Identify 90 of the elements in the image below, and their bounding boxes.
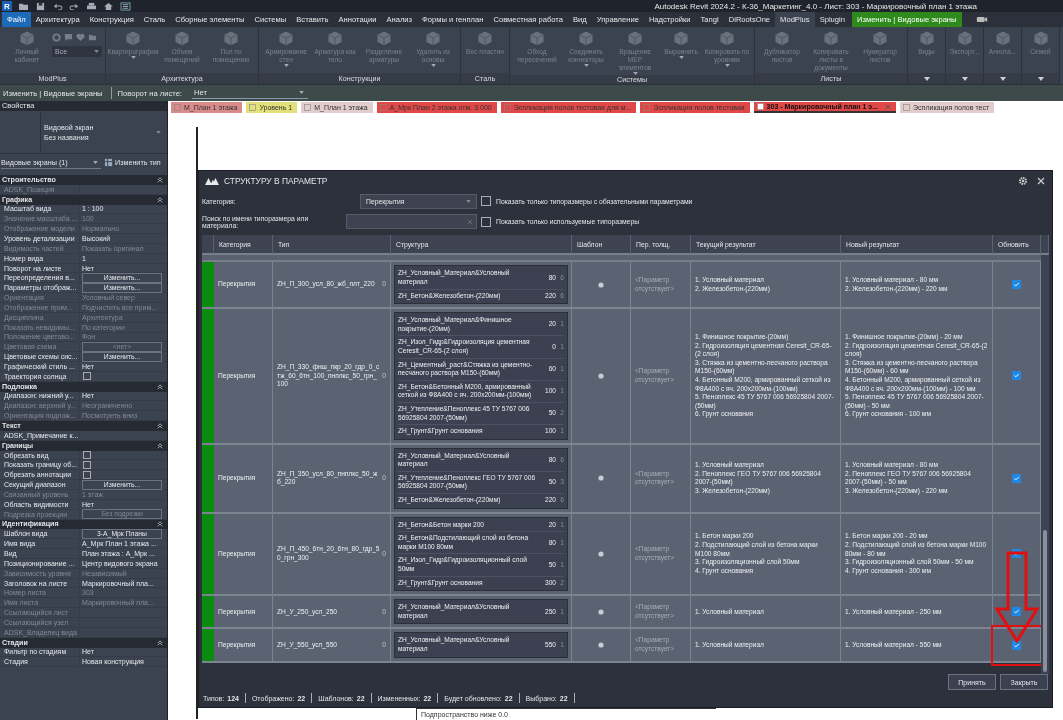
sheet-icon <box>249 104 257 111</box>
collapse-icon[interactable] <box>157 196 163 203</box>
caret-icon <box>466 199 471 203</box>
cube-icon <box>625 29 645 47</box>
update-checkbox[interactable] <box>1012 607 1021 617</box>
collapse-icon[interactable] <box>157 383 163 390</box>
caret-icon[interactable] <box>961 76 968 81</box>
sheet-icon <box>756 103 764 110</box>
cube-icon <box>772 29 792 47</box>
save-icon[interactable] <box>35 1 46 11</box>
caret-icon <box>283 64 289 67</box>
chat-icon[interactable] <box>64 33 73 42</box>
caret-icon <box>583 64 589 67</box>
collapse-icon[interactable] <box>157 639 163 646</box>
update-checkbox[interactable] <box>1012 371 1021 381</box>
check-icon <box>1013 474 1020 482</box>
caret-icon[interactable] <box>923 76 930 81</box>
update-checkbox[interactable] <box>1012 280 1021 290</box>
window-title: Autodesk Revit 2024.2 - К-36_Маркетинг_4.0 - Лист: 303 - Маркировочный план 1 этажа <box>654 1 977 11</box>
cube-icon <box>870 29 890 47</box>
cube-icon <box>221 29 241 47</box>
check-icon <box>1013 608 1020 616</box>
printer-icon[interactable] <box>86 1 97 11</box>
check-icon <box>1013 641 1020 649</box>
check-icon <box>1013 281 1020 289</box>
cube-icon <box>172 29 192 47</box>
caret-icon <box>430 64 436 67</box>
template-icon <box>598 475 604 482</box>
template-icon <box>598 372 604 379</box>
dialog-title: СТРУКТУРУ В ПАРАМЕТР <box>224 175 328 186</box>
collapse-icon[interactable] <box>157 176 163 183</box>
camera-icon[interactable] <box>975 16 988 23</box>
sheet-icon <box>174 104 181 111</box>
redo-icon[interactable] <box>69 1 80 11</box>
template-icon <box>598 550 604 557</box>
caret-icon[interactable] <box>999 76 1006 81</box>
cube-icon <box>671 29 691 47</box>
app-logo[interactable]: R <box>2 1 12 11</box>
caret-icon <box>299 91 304 94</box>
caret-icon <box>724 64 730 67</box>
property-checkbox[interactable] <box>83 470 91 479</box>
template-icon <box>598 642 604 648</box>
sheet-icon <box>503 104 511 111</box>
collapse-icon[interactable] <box>157 442 163 449</box>
property-checkbox[interactable] <box>83 460 91 469</box>
cube-icon <box>276 29 296 47</box>
sheet-icon <box>643 104 651 111</box>
settings-icon[interactable] <box>1018 175 1028 186</box>
list-icon[interactable] <box>120 1 131 11</box>
update-checkbox[interactable] <box>1012 549 1021 559</box>
collapse-icon[interactable] <box>157 521 163 528</box>
cube-icon <box>325 29 345 47</box>
caret-icon <box>130 56 136 59</box>
update-checkbox[interactable] <box>1012 473 1021 483</box>
caret-icon[interactable] <box>1037 76 1044 81</box>
cube-icon <box>423 29 443 47</box>
cube-icon <box>527 29 547 47</box>
heart-icon[interactable] <box>76 33 85 42</box>
mountains-logo-icon <box>205 176 219 186</box>
template-icon <box>598 608 604 615</box>
property-checkbox[interactable] <box>83 372 91 381</box>
cube-icon <box>576 29 596 47</box>
sheet-icon <box>304 104 312 111</box>
cube-icon <box>475 29 495 47</box>
close-icon[interactable] <box>1036 175 1046 186</box>
filter-checkbox[interactable] <box>481 217 491 227</box>
search-field[interactable] <box>346 214 477 230</box>
caret-icon <box>678 56 684 59</box>
caret-icon <box>94 50 99 53</box>
cube-icon <box>123 29 143 47</box>
filter-checkbox[interactable] <box>481 196 491 207</box>
caret-icon <box>156 130 161 134</box>
property-checkbox[interactable] <box>83 451 91 460</box>
check-icon <box>1013 372 1020 380</box>
sheet-icon <box>903 104 911 111</box>
scrollbar-thumb[interactable] <box>1043 530 1047 672</box>
cube-icon <box>374 29 394 47</box>
sheet-icon <box>379 104 387 111</box>
status-bar-marker <box>202 629 214 661</box>
cube-icon <box>17 29 37 47</box>
collapse-icon[interactable] <box>157 423 163 429</box>
undo-icon[interactable] <box>52 1 63 11</box>
cube-icon <box>821 29 841 47</box>
cube-icon <box>717 29 737 47</box>
update-checkbox[interactable] <box>1012 640 1021 650</box>
house-icon[interactable] <box>103 1 114 11</box>
gear-icon[interactable] <box>52 33 61 42</box>
template-icon <box>598 281 604 288</box>
grid-icon <box>104 158 113 167</box>
caret-icon <box>93 160 98 164</box>
